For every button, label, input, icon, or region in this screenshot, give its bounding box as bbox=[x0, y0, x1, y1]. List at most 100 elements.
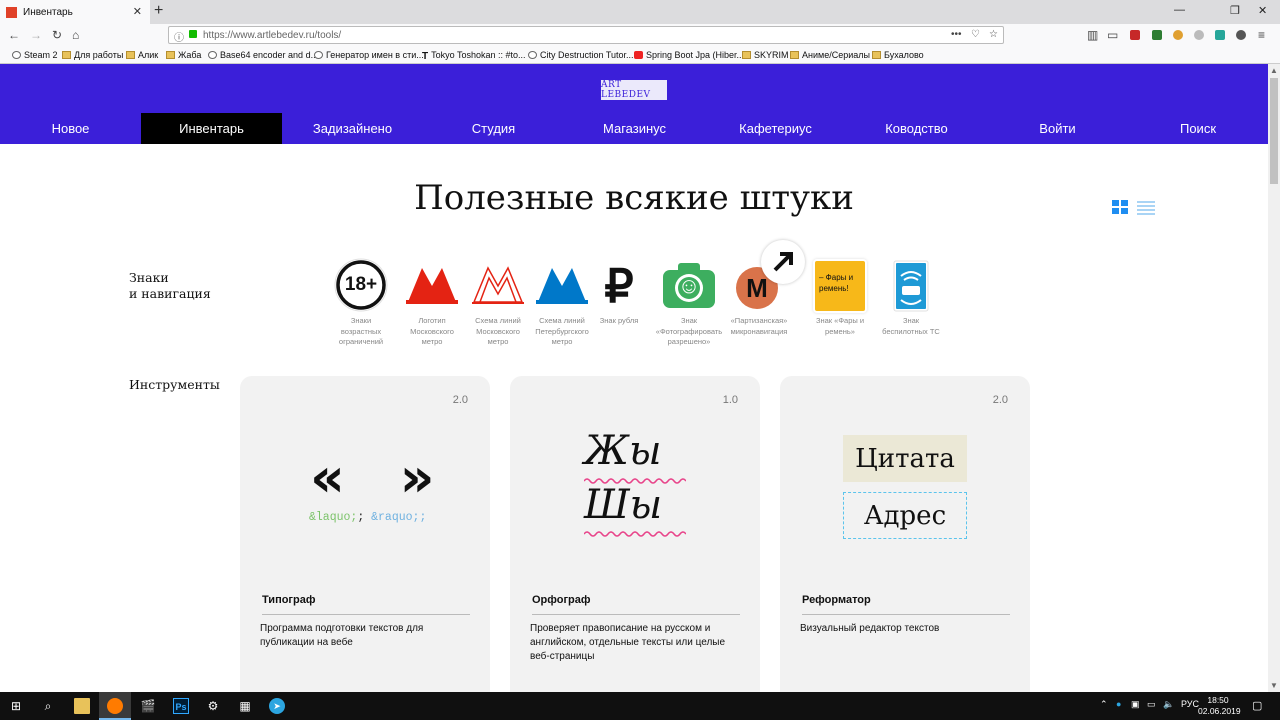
bookmark-item[interactable]: Алик bbox=[126, 50, 158, 60]
browser-nav-bar: ← → ↻ ⌂ ⓘ https://www.artlebedev.ru/tool… bbox=[0, 24, 1280, 46]
scroll-thumb[interactable] bbox=[1270, 78, 1278, 184]
scroll-down-icon[interactable]: ▼ bbox=[1270, 681, 1278, 690]
tray-network-icon[interactable]: ▭ bbox=[1147, 699, 1156, 710]
bookmark-item[interactable]: Генератор имен в сти... bbox=[314, 50, 424, 60]
calculator-icon[interactable]: ▦ bbox=[237, 698, 253, 714]
bookmark-item[interactable]: Для работы bbox=[62, 50, 123, 60]
menu-item-studio[interactable]: Студия bbox=[423, 113, 564, 144]
sign-photo-allowed[interactable]: ☺ Знак «Фотографировать разрешено» bbox=[654, 258, 724, 348]
headlights-belt-icon: – Фары и ремень! bbox=[812, 258, 868, 314]
clock[interactable]: 18:50 02.06.2019 bbox=[1198, 695, 1241, 717]
url-text: https://www.artlebedev.ru/tools/ bbox=[203, 30, 342, 41]
sign-age-restriction[interactable]: 18+ Знаки возрастных ограничений bbox=[330, 258, 392, 348]
minimize-icon[interactable]: — bbox=[1174, 4, 1185, 16]
menu-item-cafe[interactable]: Кафетериус bbox=[705, 113, 846, 144]
menu-item-shop[interactable]: Магазинус bbox=[564, 113, 705, 144]
tab-close-icon[interactable]: ✕ bbox=[133, 5, 142, 18]
extension-shield-icon[interactable] bbox=[1152, 30, 1162, 40]
scroll-up-icon[interactable]: ▲ bbox=[1270, 66, 1278, 75]
menu-item-new[interactable]: Новое bbox=[0, 113, 141, 144]
telegram-icon[interactable]: ➤ bbox=[269, 698, 285, 714]
bookmark-item[interactable]: Жаба bbox=[166, 50, 201, 60]
lock-icon bbox=[189, 30, 197, 38]
extension-teal-icon[interactable] bbox=[1215, 30, 1225, 40]
network-icon[interactable]: ⚙ bbox=[205, 698, 221, 714]
tray-app-icon[interactable]: ▣ bbox=[1131, 699, 1140, 710]
bookmark-item[interactable]: Base64 encoder and d... bbox=[208, 50, 318, 60]
file-explorer-icon[interactable] bbox=[74, 698, 90, 714]
language-indicator[interactable]: РУС bbox=[1181, 699, 1199, 709]
bookmark-item[interactable]: Spring Boot Jpa (Hiber... bbox=[634, 50, 744, 60]
sidebar-icon[interactable]: ▭ bbox=[1107, 28, 1118, 42]
sign-partisan-navigation[interactable]: M «Партизанская» микронавигация bbox=[728, 240, 805, 337]
back-icon[interactable]: ← bbox=[8, 28, 20, 42]
menu-item-guide[interactable]: Ководство bbox=[846, 113, 987, 144]
spb-metro-lines-icon bbox=[534, 258, 590, 314]
moscow-metro-logo-icon bbox=[404, 258, 460, 314]
window-close-icon[interactable]: ✕ bbox=[1258, 4, 1267, 17]
sign-caption: Знак «Фары и ремень» bbox=[815, 316, 865, 336]
bookmark-item[interactable]: T Tokyo Toshokan :: #to... bbox=[422, 50, 526, 62]
list-view-icon[interactable] bbox=[1137, 201, 1155, 215]
url-bar[interactable]: ⓘ https://www.artlebedev.ru/tools/ ••• ♡… bbox=[168, 26, 1004, 44]
ublock-icon[interactable] bbox=[1130, 30, 1140, 40]
extension-face-icon[interactable] bbox=[1173, 30, 1183, 40]
bookmark-star-icon[interactable]: ☆ bbox=[989, 29, 998, 40]
sign-caption: «Партизанская» микронавигация bbox=[730, 316, 788, 336]
firefox-icon[interactable] bbox=[107, 698, 123, 714]
tool-card-orthograph[interactable]: 1.0 Жы Шы Орфограф Проверяет правописани… bbox=[510, 376, 760, 706]
bookmark-item[interactable]: Аниме/Сериалы bbox=[790, 50, 870, 60]
account-icon[interactable] bbox=[1236, 30, 1246, 40]
folder-icon bbox=[872, 51, 881, 59]
folder-icon bbox=[62, 51, 71, 59]
page-scrollbar[interactable]: ▲ ▼ bbox=[1268, 64, 1280, 692]
notifications-icon[interactable]: ▢ bbox=[1252, 699, 1262, 712]
search-icon[interactable]: ⌕ bbox=[40, 698, 56, 714]
pocket-icon[interactable]: ♡ bbox=[971, 29, 980, 40]
menu-item-login[interactable]: Войти bbox=[987, 113, 1128, 144]
tray-expand-icon[interactable]: ⌃ bbox=[1100, 699, 1108, 710]
divider bbox=[532, 614, 740, 615]
sign-caption: Знак «Фотографировать разрешено» bbox=[655, 316, 723, 346]
clapperboard-icon[interactable]: 🎬 bbox=[140, 698, 156, 714]
photoshop-icon[interactable]: Ps bbox=[173, 698, 189, 714]
home-icon[interactable]: ⌂ bbox=[72, 28, 79, 42]
sign-caption: Знаки возрастных ограничений bbox=[338, 316, 384, 346]
spell-underline bbox=[584, 531, 686, 537]
sign-metro-scheme[interactable]: Схема линий Московского метро bbox=[470, 258, 526, 348]
tool-card-reformator[interactable]: 2.0 Цитата Адрес Реформатор Визуальный р… bbox=[780, 376, 1030, 706]
info-icon[interactable]: ⓘ bbox=[174, 29, 184, 44]
bookmark-item[interactable]: Бухалово bbox=[872, 50, 924, 60]
driverless-vehicle-icon bbox=[883, 258, 939, 314]
page-actions-icon[interactable]: ••• bbox=[951, 29, 962, 40]
clock-date: 02.06.2019 bbox=[1198, 706, 1241, 716]
sign-moscow-metro-logo[interactable]: Логотип Московского метро bbox=[404, 258, 460, 348]
bookmark-item[interactable]: SKYRIM bbox=[742, 50, 789, 60]
volume-icon[interactable]: 🔈 bbox=[1163, 699, 1174, 710]
bookmark-item[interactable]: Steam 2 bbox=[12, 50, 58, 60]
tray-telegram-icon[interactable]: ● bbox=[1116, 699, 1121, 709]
menu-item-search[interactable]: Поиск bbox=[1128, 113, 1268, 144]
sign-headlights-belt[interactable]: – Фары и ремень! Знак «Фары и ремень» bbox=[809, 258, 871, 337]
sign-driverless[interactable]: Знак беспилотных ТС bbox=[880, 258, 942, 337]
folder-icon bbox=[166, 51, 175, 59]
menu-item-designed[interactable]: Задизайнено bbox=[282, 113, 423, 144]
library-icon[interactable]: ▥ bbox=[1087, 28, 1098, 42]
windows-start-icon[interactable]: ⊞ bbox=[8, 698, 24, 714]
hamburger-menu-icon[interactable]: ≡ bbox=[1258, 28, 1265, 42]
site-favicon-icon bbox=[6, 6, 17, 18]
sign-ruble[interactable]: ₽ Знак рубля bbox=[596, 258, 642, 327]
menu-item-inventory[interactable]: Инвентарь bbox=[141, 113, 282, 144]
browser-tab[interactable]: Инвентарь ✕ bbox=[0, 0, 150, 24]
extension-gray-icon[interactable] bbox=[1194, 30, 1204, 40]
new-tab-button[interactable]: + bbox=[154, 2, 163, 20]
site-logo[interactable]: ART LEBEDEV bbox=[601, 80, 667, 100]
bookmark-item[interactable]: City Destruction Tutor... bbox=[528, 50, 634, 60]
forward-icon[interactable]: → bbox=[30, 28, 42, 42]
sign-spb-metro-scheme[interactable]: Схема линий Петербургского метро bbox=[534, 258, 590, 348]
grid-view-icon[interactable] bbox=[1112, 200, 1128, 215]
tool-card-typograph[interactable]: 2.0 « » &laquo;; &raquo;; Типограф Прогр… bbox=[240, 376, 490, 706]
reload-icon[interactable]: ↻ bbox=[52, 28, 62, 42]
restore-icon[interactable]: ❐ bbox=[1230, 4, 1240, 17]
version-badge: 2.0 bbox=[452, 394, 468, 406]
